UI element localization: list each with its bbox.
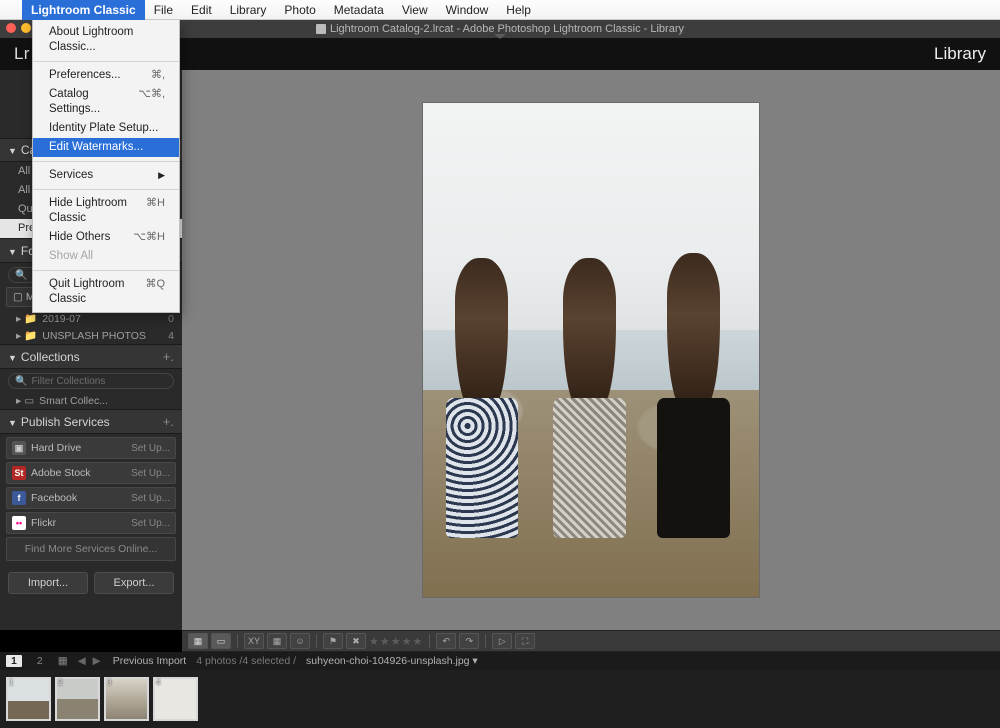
filmstrip-thumb[interactable]: 2 <box>55 677 100 721</box>
screen-2[interactable]: 2 <box>32 655 48 667</box>
search-icon: 🔍 <box>15 270 27 281</box>
screen-1[interactable]: 1 <box>6 655 22 667</box>
menu-app[interactable]: Lightroom Classic <box>22 0 145 20</box>
collections-panel-header[interactable]: ▼Collections+. <box>0 344 182 369</box>
filmstrip-thumb[interactable]: 4 <box>153 677 198 721</box>
survey-view-button[interactable]: ▦ <box>267 633 287 649</box>
photo-count: 4 photos /4 selected / <box>196 655 296 667</box>
menu-view[interactable]: View <box>393 0 437 20</box>
close-window-icon[interactable] <box>6 23 16 33</box>
grid-view-button[interactable]: ▦ <box>188 633 208 649</box>
mac-menubar: Lightroom Classic File Edit Library Phot… <box>0 0 1000 20</box>
menu-separator <box>33 189 179 190</box>
import-export-row: Import... Export... <box>0 564 182 602</box>
compare-view-button[interactable]: XY <box>244 633 264 649</box>
rotate-ccw-button[interactable]: ↶ <box>436 633 456 649</box>
menu-quit[interactable]: Quit Lightroom Classic⌘Q <box>33 275 179 309</box>
loupe-view[interactable] <box>182 70 1000 630</box>
rating-stars[interactable]: ★★★★★ <box>369 635 423 648</box>
add-publish-icon[interactable]: +. <box>163 414 174 429</box>
menu-edit-watermarks[interactable]: Edit Watermarks... <box>33 138 179 157</box>
publish-panel-header[interactable]: ▼Publish Services+. <box>0 409 182 434</box>
crop-button[interactable]: ⛶ <box>515 633 535 649</box>
rotate-cw-button[interactable]: ↷ <box>459 633 479 649</box>
source-label: Previous Import <box>113 655 187 667</box>
folder-unsplash[interactable]: ▸ 📁UNSPLASH PHOTOS4 <box>0 327 182 344</box>
publish-hard-drive[interactable]: ▣Hard DriveSet Up... <box>6 437 176 459</box>
publish-facebook[interactable]: fFacebookSet Up... <box>6 487 176 509</box>
menu-edit[interactable]: Edit <box>182 0 221 20</box>
menu-file[interactable]: File <box>145 0 182 20</box>
grid-icon[interactable]: ▦ <box>58 655 68 667</box>
current-filename: suhyeon-choi-104926-unsplash.jpg ▾ <box>306 655 478 667</box>
menu-metadata[interactable]: Metadata <box>325 0 393 20</box>
filmstrip-thumb[interactable]: 1 <box>6 677 51 721</box>
menu-about[interactable]: About Lightroom Classic... <box>33 23 179 57</box>
people-view-button[interactable]: ☺ <box>290 633 310 649</box>
menu-library[interactable]: Library <box>221 0 276 20</box>
menu-separator <box>33 161 179 162</box>
publish-adobe-stock[interactable]: StAdobe StockSet Up... <box>6 462 176 484</box>
menu-help[interactable]: Help <box>497 0 540 20</box>
import-button[interactable]: Import... <box>8 572 88 594</box>
document-icon <box>316 24 326 34</box>
find-more-services[interactable]: Find More Services Online... <box>6 537 176 561</box>
flag-reject-button[interactable]: ✖ <box>346 633 366 649</box>
library-toolbar: ▦ ▭ XY ▦ ☺ ⚑ ✖ ★★★★★ ↶ ↷ ▷ ⛶ <box>182 630 1000 652</box>
filmstrip-thumb[interactable]: 3 <box>104 677 149 721</box>
export-button[interactable]: Export... <box>94 572 174 594</box>
menu-hide-others[interactable]: Hide Others⌥⌘H <box>33 228 179 247</box>
panel-collapse-icon[interactable] <box>494 34 506 39</box>
smart-collections[interactable]: ▸ ▭Smart Collec... <box>0 393 182 409</box>
loupe-view-button[interactable]: ▭ <box>211 633 231 649</box>
menu-hide-app[interactable]: Hide Lightroom Classic⌘H <box>33 194 179 228</box>
collections-filter-input[interactable]: 🔍Filter Collections <box>8 373 174 389</box>
app-logo: Lr <box>14 44 30 64</box>
flag-pick-button[interactable]: ⚑ <box>323 633 343 649</box>
filmstrip-info-bar: 1 2 ▦ ◀ ▶ Previous Import 4 photos /4 se… <box>0 652 1000 670</box>
photo-preview <box>423 103 759 597</box>
menu-separator <box>33 61 179 62</box>
filmstrip[interactable]: 1 2 3 4 <box>0 670 1000 728</box>
add-collection-icon[interactable]: +. <box>163 349 174 364</box>
slideshow-button[interactable]: ▷ <box>492 633 512 649</box>
menu-separator <box>33 270 179 271</box>
menu-services[interactable]: Services▶ <box>33 166 179 185</box>
app-dropdown-menu: About Lightroom Classic... Preferences..… <box>32 20 180 313</box>
window-title: Lightroom Catalog-2.lrcat - Adobe Photos… <box>330 23 684 35</box>
menu-show-all: Show All <box>33 247 179 266</box>
module-picker-library[interactable]: Library <box>934 44 986 64</box>
menu-window[interactable]: Window <box>437 0 498 20</box>
menu-preferences[interactable]: Preferences...⌘, <box>33 66 179 85</box>
menu-catalog-settings[interactable]: Catalog Settings...⌥⌘, <box>33 85 179 119</box>
menu-photo[interactable]: Photo <box>275 0 324 20</box>
minimize-window-icon[interactable] <box>21 23 31 33</box>
publish-flickr[interactable]: ••FlickrSet Up... <box>6 512 176 534</box>
menu-identity-plate[interactable]: Identity Plate Setup... <box>33 119 179 138</box>
search-icon: 🔍 <box>15 376 27 387</box>
nav-arrows[interactable]: ◀ ▶ <box>78 655 103 667</box>
